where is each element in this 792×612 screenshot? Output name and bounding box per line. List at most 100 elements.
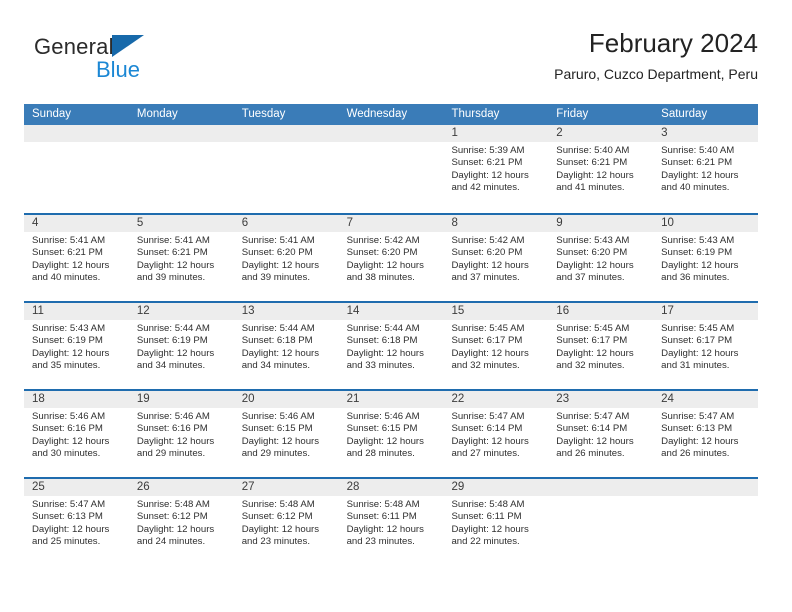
sunrise-text: Sunrise: 5:47 AM — [661, 411, 735, 422]
calendar-grid: Sunday Monday Tuesday Wednesday Thursday… — [24, 104, 759, 565]
calendar-day-cell[interactable]: 18 Sunrise: 5:46 AM Sunset: 6:16 PM Dayligh… — [24, 391, 129, 477]
day-number: 2 — [548, 125, 654, 142]
sunset-text: Sunset: 6:17 PM — [556, 335, 628, 347]
day-details: Sunrise: 5:47 AM Sunset: 6:13 PM Daylight:… — [24, 496, 129, 548]
day-number: 10 — [653, 215, 759, 232]
sunset-text: Sunset: 6:19 PM — [661, 247, 733, 259]
calendar-day-cell[interactable]: 25 Sunrise: 5:47 AM Sunset: 6:13 PM Dayligh… — [24, 479, 129, 565]
sunrise-text: Sunrise: 5:48 AM — [241, 499, 315, 510]
sunrise-text: Sunrise: 5:46 AM — [346, 411, 420, 422]
day-number: 14 — [338, 303, 444, 320]
day-number: 8 — [443, 215, 549, 232]
day-details: Sunrise: 5:47 AM Sunset: 6:14 PM Daylight:… — [548, 408, 653, 460]
calendar-day-cell[interactable]: 16 Sunrise: 5:45 AM Sunset: 6:17 PM Dayligh… — [548, 303, 654, 389]
day-details: Sunrise: 5:44 AM Sunset: 6:18 PM Daylight:… — [234, 320, 339, 372]
calendar-day-cell[interactable]: 14 Sunrise: 5:44 AM Sunset: 6:18 PM Dayligh… — [338, 303, 444, 389]
sunrise-text: Sunrise: 5:45 AM — [556, 323, 630, 334]
day-details: Sunrise: 5:44 AM Sunset: 6:19 PM Daylight:… — [129, 320, 234, 372]
weekday-header-row: Sunday Monday Tuesday Wednesday Thursday… — [24, 104, 758, 125]
calendar-day-cell[interactable]: 17 Sunrise: 5:45 AM Sunset: 6:17 PM Dayligh… — [653, 303, 759, 389]
calendar-day-cell[interactable]: 10 Sunrise: 5:43 AM Sunset: 6:19 PM Dayligh… — [653, 215, 759, 301]
calendar-day-cell[interactable]: 8 Sunrise: 5:42 AM Sunset: 6:20 PM Daylight… — [443, 215, 549, 301]
day-number: 23 — [548, 391, 654, 408]
calendar-day-cell[interactable]: 28 Sunrise: 5:48 AM Sunset: 6:11 PM Dayligh… — [338, 479, 444, 565]
sunrise-text: Sunrise: 5:40 AM — [556, 145, 630, 156]
day-details: Sunrise: 5:41 AM Sunset: 6:21 PM Daylight:… — [24, 232, 129, 284]
calendar-day-cell[interactable]: 29 Sunrise: 5:48 AM Sunset: 6:11 PM Dayligh… — [443, 479, 549, 565]
calendar-day-cell[interactable]: 7 Sunrise: 5:42 AM Sunset: 6:20 PM Daylight… — [338, 215, 444, 301]
daylight-text-line2: and 34 minutes. — [241, 360, 310, 372]
sunset-text: Sunset: 6:21 PM — [556, 157, 628, 169]
sunrise-text: Sunrise: 5:42 AM — [346, 235, 420, 246]
calendar-day-cell[interactable]: 23 Sunrise: 5:47 AM Sunset: 6:14 PM Dayligh… — [548, 391, 654, 477]
day-details: Sunrise: 5:47 AM Sunset: 6:13 PM Daylight:… — [653, 408, 758, 460]
calendar-day-cell[interactable]: 22 Sunrise: 5:47 AM Sunset: 6:14 PM Dayligh… — [443, 391, 549, 477]
sunrise-text: Sunrise: 5:47 AM — [556, 411, 630, 422]
day-details: Sunrise: 5:45 AM Sunset: 6:17 PM Daylight:… — [443, 320, 548, 372]
calendar-day-cell[interactable]: 13 Sunrise: 5:44 AM Sunset: 6:18 PM Dayligh… — [233, 303, 339, 389]
sunset-text: Sunset: 6:12 PM — [136, 511, 208, 523]
day-number: 22 — [443, 391, 549, 408]
day-details: Sunrise: 5:44 AM Sunset: 6:18 PM Daylight:… — [339, 320, 444, 372]
daylight-text-line2: and 30 minutes. — [32, 448, 101, 460]
calendar-day-cell[interactable]: 20 Sunrise: 5:46 AM Sunset: 6:15 PM Dayligh… — [233, 391, 339, 477]
daylight-text-line2: and 37 minutes. — [556, 272, 625, 284]
calendar-day-cell[interactable]: 15 Sunrise: 5:45 AM Sunset: 6:17 PM Dayligh… — [443, 303, 549, 389]
calendar-day-cell[interactable]: 1 Sunrise: 5:39 AM Sunset: 6:21 PM Daylight… — [443, 125, 549, 213]
sunset-text: Sunset: 6:16 PM — [32, 423, 103, 435]
day-details: Sunrise: 5:46 AM Sunset: 6:16 PM Daylight:… — [129, 408, 234, 460]
calendar-day-cell[interactable]: 19 Sunrise: 5:46 AM Sunset: 6:16 PM Dayligh… — [128, 391, 234, 477]
sunset-text: Sunset: 6:12 PM — [241, 511, 313, 523]
calendar-day-cell-empty — [548, 479, 654, 565]
calendar-day-cell[interactable]: 27 Sunrise: 5:48 AM Sunset: 6:12 PM Dayligh… — [233, 479, 339, 565]
daylight-text-line1: Daylight: 12 hours — [451, 435, 529, 447]
day-number: 6 — [233, 215, 339, 232]
daylight-text-line2: and 40 minutes. — [32, 272, 101, 284]
weekday-header-tuesday: Tuesday — [241, 108, 286, 120]
daylight-text-line2: and 42 minutes. — [451, 182, 520, 194]
daylight-text-line2: and 33 minutes. — [346, 360, 415, 372]
day-number: 1 — [443, 125, 549, 142]
day-details: Sunrise: 5:46 AM Sunset: 6:16 PM Daylight:… — [24, 408, 129, 460]
weekday-header-friday: Friday — [556, 108, 589, 120]
page-title: February 2024 — [588, 28, 758, 58]
day-details: Sunrise: 5:42 AM Sunset: 6:20 PM Daylight:… — [443, 232, 548, 284]
day-number: 5 — [128, 215, 234, 232]
calendar-day-cell-empty — [128, 125, 234, 213]
daylight-text-line1: Daylight: 12 hours — [241, 523, 320, 535]
sunrise-text: Sunrise: 5:48 AM — [136, 499, 210, 510]
day-details: Sunrise: 5:43 AM Sunset: 6:20 PM Daylight:… — [548, 232, 653, 284]
calendar-day-cell[interactable]: 9 Sunrise: 5:43 AM Sunset: 6:20 PM Daylight… — [548, 215, 654, 301]
sunset-text: Sunset: 6:19 PM — [32, 335, 103, 347]
calendar-day-cell[interactable]: 6 Sunrise: 5:41 AM Sunset: 6:20 PM Daylight… — [233, 215, 339, 301]
calendar-day-cell[interactable]: 3 Sunrise: 5:40 AM Sunset: 6:21 PM Daylight… — [653, 125, 759, 213]
calendar-day-cell[interactable]: 21 Sunrise: 5:46 AM Sunset: 6:15 PM Dayligh… — [338, 391, 444, 477]
daylight-text-line2: and 29 minutes. — [241, 448, 310, 460]
daylight-text-line2: and 25 minutes. — [32, 536, 101, 548]
day-details: Sunrise: 5:48 AM Sunset: 6:11 PM Daylight:… — [339, 496, 444, 548]
day-details: Sunrise: 5:40 AM Sunset: 6:21 PM Daylight:… — [653, 142, 758, 194]
calendar-day-cell[interactable]: 12 Sunrise: 5:44 AM Sunset: 6:19 PM Dayligh… — [128, 303, 234, 389]
sunset-text: Sunset: 6:18 PM — [346, 335, 418, 347]
weekday-header-wednesday: Wednesday — [346, 108, 408, 120]
calendar-day-cell[interactable]: 24 Sunrise: 5:47 AM Sunset: 6:13 PM Dayligh… — [653, 391, 759, 477]
day-number: 15 — [443, 303, 549, 320]
calendar-day-cell[interactable]: 5 Sunrise: 5:41 AM Sunset: 6:21 PM Daylight… — [128, 215, 234, 301]
calendar-day-cell[interactable]: 2 Sunrise: 5:40 AM Sunset: 6:21 PM Daylight… — [548, 125, 654, 213]
brand-logo[interactable]: General Blue — [34, 34, 214, 90]
day-number: 4 — [24, 215, 129, 232]
daylight-text-line1: Daylight: 12 hours — [136, 435, 215, 447]
calendar-day-cell[interactable]: 26 Sunrise: 5:48 AM Sunset: 6:12 PM Dayligh… — [128, 479, 234, 565]
calendar-day-cell-empty — [338, 125, 444, 213]
day-details: Sunrise: 5:46 AM Sunset: 6:15 PM Daylight:… — [339, 408, 444, 460]
daylight-text-line2: and 27 minutes. — [451, 448, 520, 460]
calendar-day-cell[interactable]: 11 Sunrise: 5:43 AM Sunset: 6:19 PM Dayligh… — [24, 303, 129, 389]
day-number: 28 — [338, 479, 444, 496]
weekday-header-saturday: Saturday — [661, 108, 708, 120]
sunset-text: Sunset: 6:17 PM — [451, 335, 523, 347]
day-details: Sunrise: 5:41 AM Sunset: 6:20 PM Daylight:… — [234, 232, 339, 284]
brand-name-blue: Blue — [96, 57, 141, 82]
day-details: Sunrise: 5:42 AM Sunset: 6:20 PM Daylight:… — [339, 232, 444, 284]
calendar-day-cell[interactable]: 4 Sunrise: 5:41 AM Sunset: 6:21 PM Daylight… — [24, 215, 129, 301]
day-details: Sunrise: 5:45 AM Sunset: 6:17 PM Daylight:… — [548, 320, 653, 372]
